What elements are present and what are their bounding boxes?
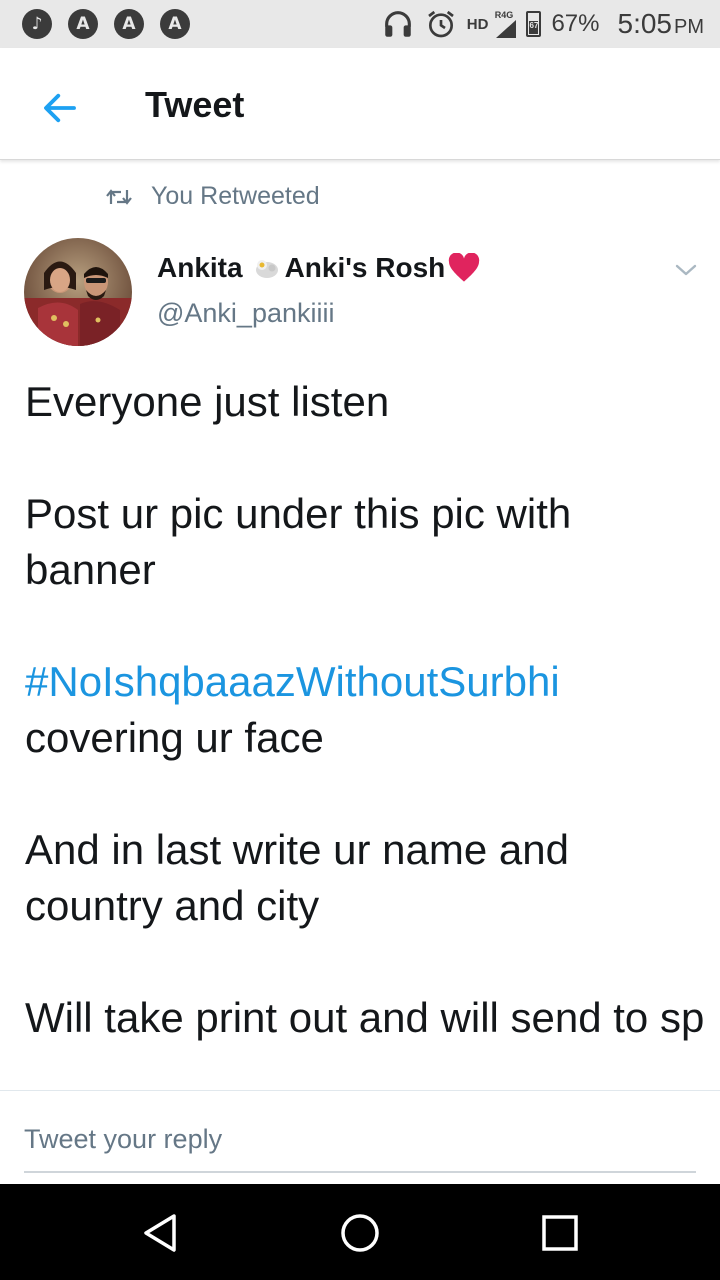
triangle-back-icon — [144, 1214, 176, 1252]
app-notification-icon: A — [68, 9, 98, 39]
nav-back-button[interactable] — [133, 1206, 187, 1260]
clock-time: 5:05 — [617, 8, 673, 39]
tweet-paragraph: Post ur pic under this pic with banner — [25, 490, 572, 593]
retweet-context: You Retweeted — [105, 182, 320, 211]
clock-ampm: PM — [674, 16, 704, 38]
page-title: Tweet — [145, 84, 245, 125]
system-nav-bar — [0, 1184, 720, 1280]
headset-icon — [381, 7, 415, 41]
app-notification-icon: A — [160, 9, 190, 39]
circle-home-icon — [341, 1214, 379, 1252]
app-header: Tweet — [0, 48, 720, 160]
battery-percent: 67% — [551, 10, 600, 37]
music-note-icon: ♪ — [22, 9, 52, 39]
retweet-context-label: You Retweeted — [151, 182, 320, 210]
tweet-text: Everyone just listen Post ur pic under t… — [25, 374, 705, 1090]
hd-label: HD — [466, 15, 489, 33]
status-left-icons: ♪ A A A — [22, 9, 190, 39]
back-button[interactable] — [32, 80, 88, 136]
tweet-text-segment: covering ur face — [25, 714, 324, 761]
nav-home-button[interactable] — [333, 1206, 387, 1260]
nav-recents-button[interactable] — [533, 1206, 587, 1260]
tweet-paragraph: Everyone just listen — [25, 378, 390, 425]
avatar[interactable] — [24, 238, 132, 346]
app-notification-icon: A — [114, 9, 144, 39]
reply-bar — [0, 1090, 720, 1184]
emoji-icon — [253, 256, 281, 280]
tweet-paragraph: #NoIshqbaaazWithoutSurbhi covering ur fa… — [25, 654, 705, 766]
battery-level: 67 — [529, 21, 539, 30]
author-name-second: Anki's Rosh — [284, 252, 446, 283]
avatar-image — [24, 238, 132, 346]
status-right-icons: HD R4G 67 67% 5:05 PM — [381, 0, 704, 48]
heart-icon — [447, 253, 481, 283]
hashtag-link[interactable]: #NoIshqbaaazWithoutSurbhi — [25, 658, 560, 705]
tweet-paragraph: And in last write ur name and country an… — [25, 826, 569, 929]
tweet-paragraph: Will take print out and will send to sp — [25, 994, 705, 1041]
author-name[interactable]: Ankita Anki's Rosh — [157, 252, 481, 284]
chevron-down-icon — [675, 264, 697, 276]
author-name-first: Ankita — [157, 252, 243, 283]
status-bar: ♪ A A A HD R4G 67 67% 5:05 PM — [0, 0, 720, 48]
author-handle[interactable]: @Anki_pankiiii — [157, 298, 335, 329]
network-type-indicator: HD R4G — [466, 10, 517, 38]
clock: 5:05 PM — [618, 8, 705, 40]
tweet-options-button[interactable] — [668, 252, 704, 288]
square-recents-icon — [542, 1215, 578, 1251]
reply-input[interactable] — [24, 1119, 696, 1173]
signal-icon — [495, 19, 516, 38]
retweet-icon — [106, 188, 132, 205]
alarm-clock-icon — [425, 8, 457, 40]
back-arrow-icon — [44, 93, 76, 123]
battery-icon: 67 — [526, 11, 542, 37]
